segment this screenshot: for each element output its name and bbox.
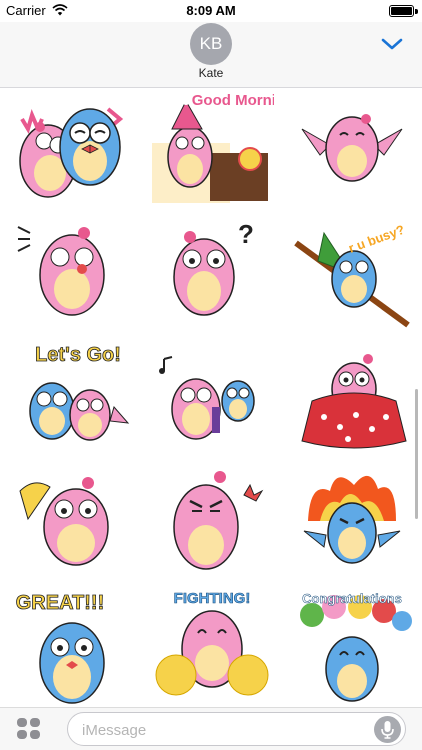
- sticker-owl-fan[interactable]: [10, 461, 134, 585]
- sticker-owl-blanket[interactable]: [290, 337, 414, 461]
- sticker-owl-couple-love[interactable]: [10, 89, 134, 213]
- sticker-caption: r u busy?: [346, 222, 406, 256]
- sticker-owl-question[interactable]: ?: [150, 213, 274, 337]
- sticker-owl-music[interactable]: [150, 337, 274, 461]
- sticker-caption: GREAT!!!: [16, 592, 105, 614]
- sticker-owl-angry[interactable]: [150, 461, 274, 585]
- contact-name[interactable]: Kate: [0, 66, 422, 80]
- sticker-owl-lets-go[interactable]: Let's Go!: [10, 337, 134, 461]
- message-field[interactable]: [67, 712, 406, 746]
- message-composer: [0, 707, 422, 750]
- sticker-owl-congratulations[interactable]: Congratulations: [290, 585, 414, 709]
- battery-icon: [389, 5, 414, 17]
- microphone-button[interactable]: [374, 716, 401, 743]
- battery-level: [391, 7, 412, 15]
- sticker-owl-wings-spread[interactable]: [290, 89, 414, 213]
- app-drawer-icon[interactable]: [16, 717, 42, 741]
- sticker-owl-fighting[interactable]: FIGHTING!: [150, 585, 274, 709]
- message-input[interactable]: [82, 720, 362, 740]
- sticker-owl-eating[interactable]: [10, 213, 134, 337]
- sticker-caption: ?: [238, 219, 254, 249]
- clock: 8:09 AM: [186, 3, 236, 18]
- sticker-caption: FIGHTING!: [174, 590, 251, 607]
- microphone-icon: [381, 721, 394, 739]
- scroll-indicator[interactable]: [415, 389, 418, 519]
- sticker-grid: Good Morning ? r u busy?: [0, 89, 422, 707]
- battery-cap: [415, 9, 418, 14]
- contact-avatar[interactable]: KB: [190, 23, 232, 65]
- sticker-caption: Good Morning: [192, 92, 274, 109]
- sticker-owl-fire[interactable]: [290, 461, 414, 585]
- status-bar: Carrier 8:09 AM: [0, 0, 422, 22]
- sticker-caption: Congratulations: [302, 591, 402, 606]
- sticker-owl-good-morning[interactable]: Good Morning: [150, 89, 274, 213]
- sticker-caption: Let's Go!: [35, 344, 121, 366]
- sticker-owl-great[interactable]: GREAT!!!: [10, 585, 134, 709]
- chevron-down-icon[interactable]: [380, 36, 404, 52]
- conversation-header: KB Kate: [0, 22, 422, 88]
- sticker-owl-u-busy[interactable]: r u busy?: [290, 213, 414, 337]
